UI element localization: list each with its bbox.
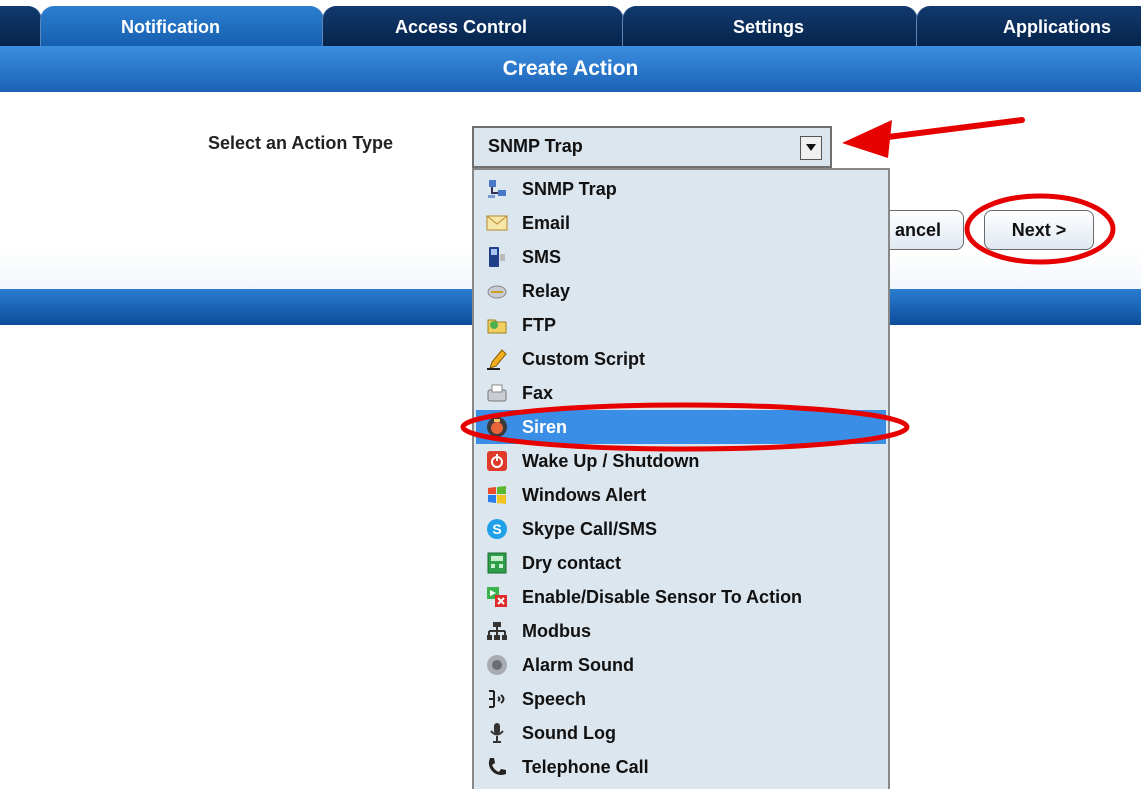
option-enable-disable-sensor[interactable]: Enable/Disable Sensor To Action [476, 580, 886, 614]
option-email[interactable]: Email [476, 206, 886, 240]
telephone-icon [488, 758, 506, 775]
option-label: Dry contact [522, 553, 622, 573]
option-label: Siren [522, 417, 568, 437]
page-title: Create Action [0, 46, 1141, 92]
fax-icon [487, 384, 507, 402]
option-fax[interactable]: Fax [476, 376, 886, 410]
toggle-sensor-icon [487, 587, 507, 607]
phone-icon [489, 247, 505, 267]
option-label: Enable/Disable Sensor To Action [522, 587, 803, 607]
option-label: SMS [522, 247, 562, 267]
next-button-label: Next > [1011, 220, 1067, 240]
skype-icon: S [487, 519, 507, 539]
option-skype-call-sms[interactable]: S Skype Call/SMS [476, 512, 886, 546]
siren-icon [487, 417, 507, 437]
microphone-icon [490, 723, 504, 743]
option-alarm-sound[interactable]: Alarm Sound [476, 648, 886, 682]
option-wake-up-shutdown[interactable]: Wake Up / Shutdown [476, 444, 886, 478]
option-label: Custom Script [522, 349, 646, 369]
option-relay[interactable]: Relay [476, 274, 886, 308]
action-type-dropdown: SNMP Trap Email SMS Relay FTP Custom Scr… [472, 168, 890, 789]
speech-icon [489, 690, 505, 708]
option-label: SNMP Trap [522, 179, 617, 199]
option-speech[interactable]: Speech [476, 682, 886, 716]
svg-text:S: S [492, 521, 501, 537]
windows-icon [488, 486, 506, 504]
option-label: Modbus [522, 621, 591, 641]
option-telephone-call[interactable]: Telephone Call [476, 750, 886, 784]
option-label: Email [522, 213, 571, 233]
option-label: Skype Call/SMS [522, 519, 658, 539]
action-type-select[interactable]: SNMP Trap [472, 126, 832, 168]
tab-notification-label: Notification [121, 17, 220, 37]
pencil-icon [487, 349, 507, 370]
relay-icon [487, 285, 507, 299]
tab-settings-label: Settings [733, 17, 805, 37]
tab-access-control[interactable]: Access Control [322, 6, 624, 46]
option-label: Alarm Sound [522, 655, 635, 675]
option-sound-log[interactable]: Sound Log [476, 716, 886, 750]
next-button[interactable]: Next > [984, 210, 1094, 250]
option-label: Sound Log [522, 723, 616, 743]
tab-bar: Notification Access Control Settings App… [0, 0, 1141, 46]
action-type-label: Select an Action Type [208, 133, 394, 153]
tab-applications-label: Applications [1003, 17, 1112, 37]
tab-settings[interactable]: Settings [622, 6, 918, 46]
option-label: Relay [522, 281, 571, 301]
option-dry-contact[interactable]: Dry contact [476, 546, 886, 580]
option-snmp-trap[interactable]: SNMP Trap [476, 172, 886, 206]
option-siren[interactable]: Siren [476, 410, 886, 444]
option-label: Telephone Call [522, 757, 649, 777]
dry-contact-icon [487, 552, 507, 574]
tab-hidden-left[interactable] [0, 6, 42, 46]
tab-access-control-label: Access Control [395, 17, 528, 37]
option-custom-script[interactable]: Custom Script [476, 342, 886, 376]
option-ftp[interactable]: FTP [476, 308, 886, 342]
option-windows-alert[interactable]: Windows Alert [476, 478, 886, 512]
option-label: FTP [522, 315, 556, 335]
network-icon [488, 180, 506, 198]
power-icon [487, 451, 507, 471]
option-label: Fax [522, 383, 554, 403]
tab-notification[interactable]: Notification [40, 6, 324, 46]
modbus-icon [487, 622, 507, 640]
action-type-selected-value: SNMP Trap [488, 136, 583, 156]
speaker-icon [487, 655, 507, 675]
option-label: Windows Alert [522, 485, 647, 505]
envelope-icon [486, 215, 508, 231]
option-label: Speech [522, 689, 587, 709]
ftp-icon [487, 319, 507, 334]
option-sms[interactable]: SMS [476, 240, 886, 274]
chevron-down-icon[interactable] [800, 136, 822, 160]
option-modbus[interactable]: Modbus [476, 614, 886, 648]
option-label: Wake Up / Shutdown [522, 451, 700, 471]
tab-applications[interactable]: Applications [916, 6, 1141, 46]
